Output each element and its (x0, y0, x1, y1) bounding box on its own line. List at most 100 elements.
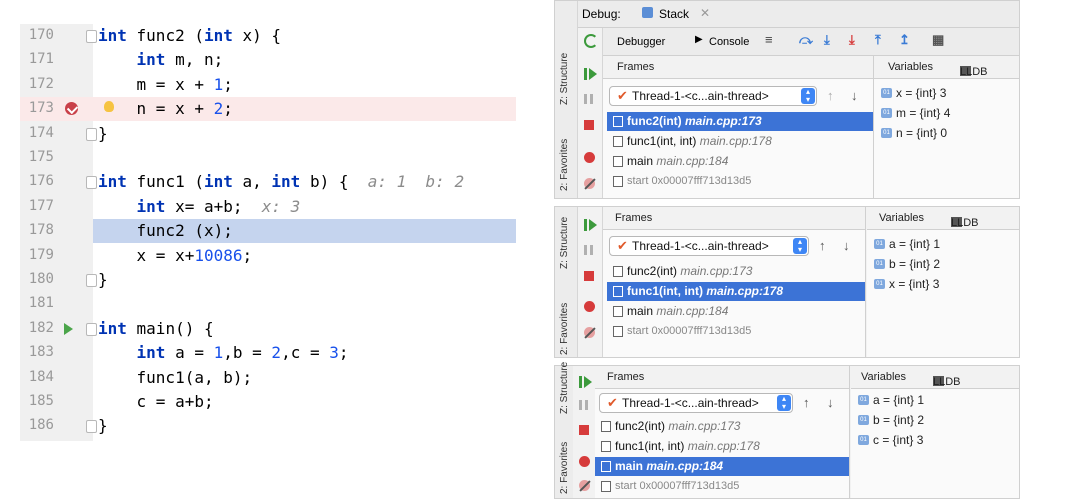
next-frame-arrow-icon[interactable]: ↓ (843, 238, 850, 253)
stack-frame-item[interactable]: func1(int, int) main.cpp:178 (607, 132, 873, 151)
stack-frame-item[interactable]: func2(int) main.cpp:173 (595, 417, 849, 436)
mute-breakpoints-icon[interactable] (579, 480, 590, 491)
stack-frame-item[interactable]: func2(int) main.cpp:173 (607, 262, 865, 281)
mute-breakpoints-icon[interactable] (584, 178, 595, 189)
tab-debugger[interactable]: Debugger (617, 36, 665, 48)
code-line[interactable]: 178 func2 (x); (20, 219, 516, 244)
code-line[interactable]: 182 int main() { (20, 317, 516, 341)
code-line[interactable]: 176 int func1 (int a, int b) { a: 1 b: 2 (20, 170, 516, 194)
code-line[interactable]: 183 int a = 1,b = 2,c = 3; (20, 341, 516, 365)
code-line[interactable]: 184 func1(a, b); (20, 366, 516, 390)
stack-frame-item[interactable]: main main.cpp:184 (595, 457, 849, 476)
thread-selector[interactable]: ✔ Thread-1-<c...ain-thread> ▴ ▾ (609, 236, 809, 256)
code-line[interactable]: 181 (20, 292, 516, 316)
view-breakpoints-icon[interactable] (584, 152, 595, 163)
stack-frame-item[interactable]: func1(int, int) main.cpp:178 (595, 437, 849, 456)
evaluate-expression-icon[interactable]: ▦ (932, 32, 944, 48)
code-line[interactable]: 175 (20, 146, 516, 170)
run-to-cursor-icon[interactable]: ↥ (899, 32, 910, 48)
code-line[interactable]: 174} (20, 122, 516, 146)
code-line[interactable]: 170 int func2 (int x) { (20, 24, 516, 48)
variable-item[interactable]: 01 a = {int} 1 (874, 236, 940, 252)
step-over-icon[interactable]: ⤓ (824, 32, 830, 48)
frame-function: func1(int, int) (615, 439, 685, 453)
favorites-tab[interactable]: 2: Favorites (559, 139, 570, 191)
stack-frame-item[interactable]: main main.cpp:184 (607, 302, 865, 321)
tab-variables[interactable]: Variables (879, 212, 924, 224)
next-frame-arrow-icon[interactable]: ↓ (851, 88, 858, 103)
previous-frame-arrow-icon[interactable]: ↑ (827, 88, 834, 103)
step-into-icon[interactable]: ⤓ (849, 32, 855, 48)
session-tab-stack[interactable]: Stack (659, 7, 689, 21)
fold-marker-icon[interactable] (86, 420, 97, 434)
tab-variables[interactable]: Variables (861, 371, 906, 383)
stack-frame-item[interactable]: func2(int) main.cpp:173 (607, 112, 873, 131)
frames-view: Frames ✔ Thread-1-<c...ain-thread> ▴ ▾ ↑ … (603, 56, 874, 198)
menu-icon[interactable]: ≡ (765, 32, 773, 47)
stop-icon[interactable] (579, 425, 589, 435)
mute-breakpoints-icon[interactable] (584, 327, 595, 338)
structure-tab[interactable]: Z: Structure (559, 53, 570, 105)
variable-item[interactable]: 01 a = {int} 1 (858, 392, 924, 408)
thread-check-icon: ✔ (607, 395, 618, 410)
code-line[interactable]: 172 m = x + 1; (20, 73, 516, 97)
fold-marker-icon[interactable] (86, 274, 97, 287)
variable-item[interactable]: 01 b = {int} 2 (874, 256, 940, 272)
resume-icon[interactable] (579, 376, 592, 388)
next-frame-arrow-icon[interactable]: ↓ (827, 395, 834, 410)
fold-marker-icon[interactable] (86, 322, 97, 336)
stop-icon[interactable] (584, 271, 594, 281)
favorites-tab[interactable]: 2: Favorites (559, 442, 570, 494)
code-line[interactable]: 185 c = a+b; (20, 390, 516, 414)
frame-location: main.cpp:178 (699, 134, 772, 148)
view-breakpoints-icon[interactable] (579, 456, 590, 467)
code-line[interactable]: 179 x = x+10086; (20, 244, 516, 268)
stack-frame-item[interactable]: start 0x00007fff713d13d5 (607, 322, 865, 341)
previous-frame-arrow-icon[interactable]: ↑ (803, 395, 810, 410)
code-line[interactable]: 171 int m, n; (20, 48, 516, 72)
variable-item[interactable]: 01 m = {int} 4 (881, 105, 950, 121)
variable-item[interactable]: 01 x = {int} 3 (874, 276, 939, 292)
thread-selector[interactable]: ✔ Thread-1-<c...ain-thread> ▴ ▾ (599, 393, 793, 413)
code-line[interactable]: 177 int x= a+b; x: 3 (20, 195, 516, 219)
code-line[interactable]: 173 n = x + 2; (20, 97, 516, 122)
pause-icon[interactable] (584, 94, 593, 104)
variable-item[interactable]: 01 x = {int} 3 (881, 85, 946, 101)
close-icon[interactable]: ✕ (700, 6, 710, 20)
view-breakpoints-icon[interactable] (584, 301, 595, 312)
pause-icon[interactable] (579, 400, 588, 410)
step-out-icon[interactable]: ⤒ (875, 32, 881, 48)
previous-frame-arrow-icon[interactable]: ↑ (819, 238, 826, 253)
favorites-tab[interactable]: 2: Favorites (559, 303, 570, 355)
stack-frame-item[interactable]: func1(int, int) main.cpp:178 (607, 282, 865, 301)
fold-marker-icon[interactable] (86, 176, 97, 190)
variable-value: c = {int} 3 (873, 433, 924, 447)
variable-item[interactable]: 01 c = {int} 3 (858, 432, 924, 448)
code-line[interactable]: 180} (20, 268, 516, 292)
resume-icon[interactable] (584, 68, 597, 80)
structure-tab[interactable]: Z: Structure (559, 362, 570, 414)
resume-icon[interactable] (584, 219, 597, 231)
stop-icon[interactable] (584, 120, 594, 130)
structure-tab[interactable]: Z: Structure (559, 217, 570, 269)
frames-view: Frames ✔ Thread-1-<c...ain-thread> ▴ ▾ ↑ … (595, 366, 850, 498)
tab-variables[interactable]: Variables (888, 61, 933, 73)
thread-selector[interactable]: ✔ Thread-1-<c...ain-thread> ▴ ▾ (609, 86, 817, 106)
debug-action-bar (578, 28, 603, 198)
run-gutter-icon[interactable] (64, 322, 73, 335)
rerun-icon[interactable] (584, 34, 598, 48)
fold-marker-icon[interactable] (86, 127, 97, 141)
code-editor[interactable]: 170 int func2 (int x) {171 int m, n; 172 m… (20, 24, 516, 441)
code-line[interactable]: 186} (20, 414, 516, 438)
breakpoint-icon[interactable] (65, 102, 78, 116)
show-execution-point-icon[interactable]: ⤼ (799, 32, 813, 48)
stack-frame-item[interactable]: start 0x00007fff713d13d5 (607, 172, 873, 191)
tab-console[interactable]: Console (709, 36, 749, 48)
stack-frame-item[interactable]: start 0x00007fff713d13d5 (595, 477, 849, 496)
fold-marker-icon[interactable] (86, 30, 97, 43)
pause-icon[interactable] (584, 245, 593, 255)
variable-item[interactable]: 01 n = {int} 0 (881, 125, 947, 141)
variable-item[interactable]: 01 b = {int} 2 (858, 412, 924, 428)
frame-function: main (615, 459, 644, 473)
stack-frame-item[interactable]: main main.cpp:184 (607, 152, 873, 171)
